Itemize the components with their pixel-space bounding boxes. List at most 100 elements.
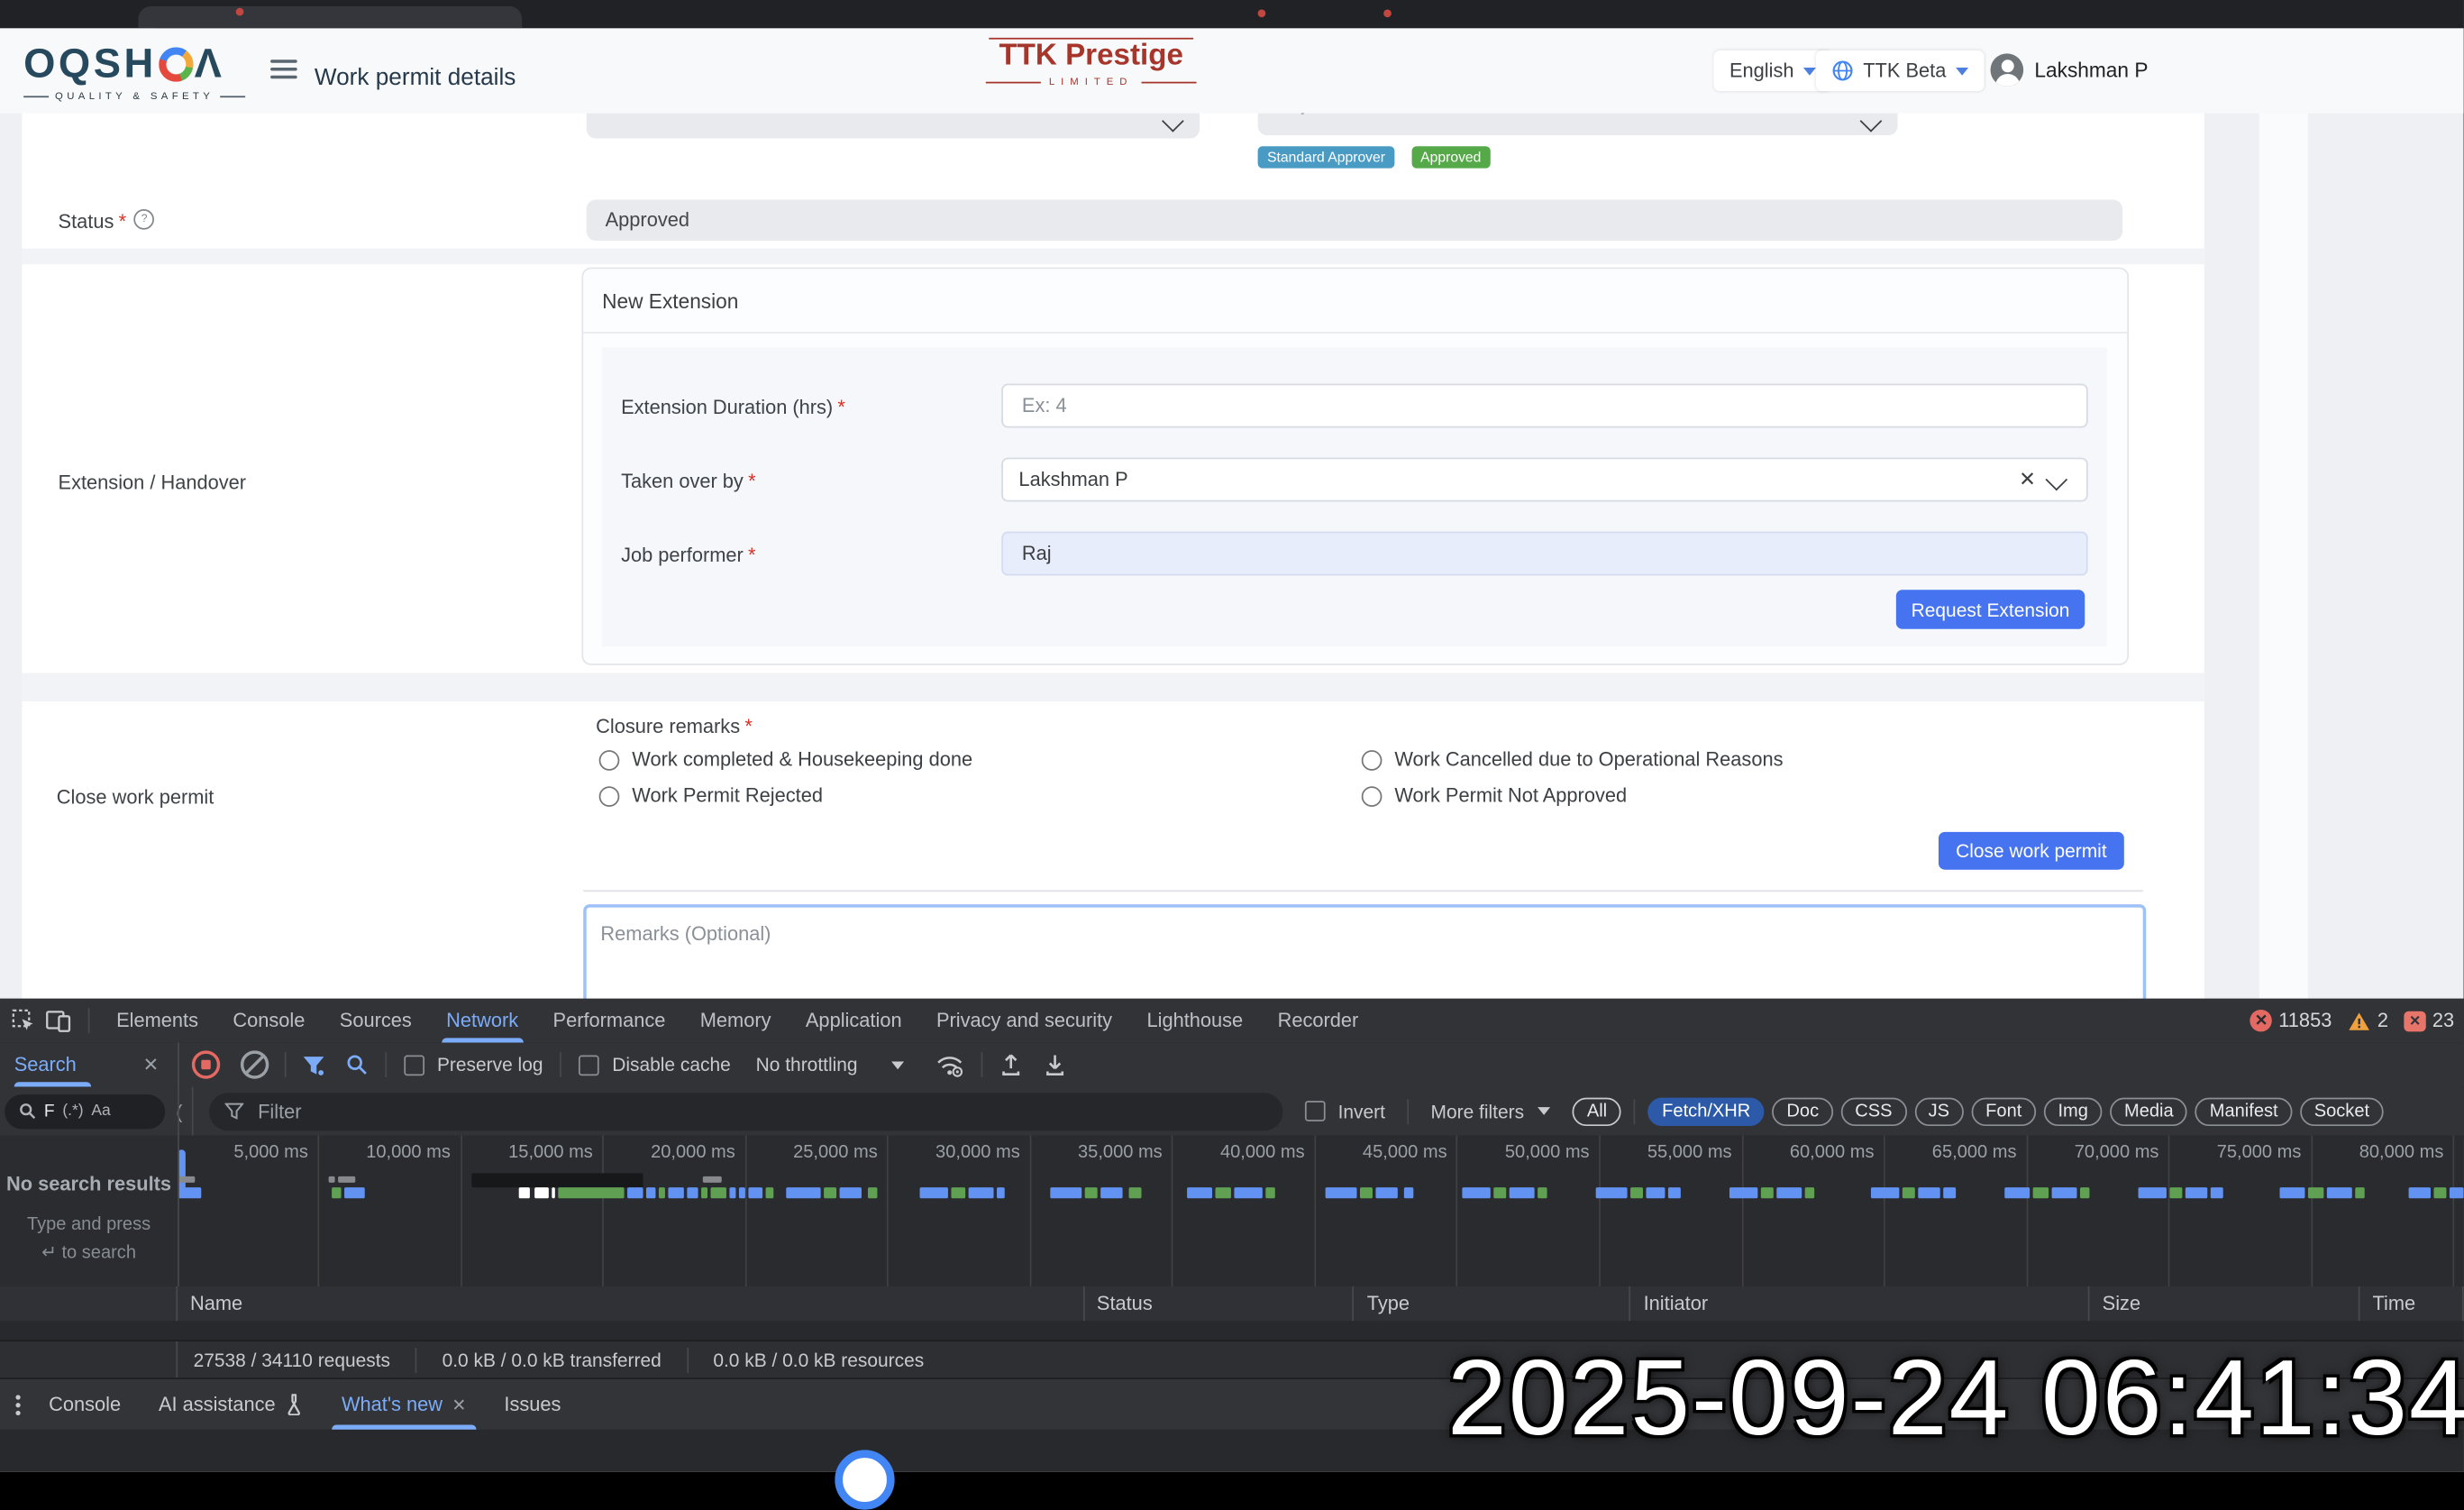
inspect-element-icon[interactable] — [11, 1008, 36, 1033]
chevron-down-icon[interactable] — [892, 1061, 905, 1069]
issues-icon[interactable]: ✕ — [2405, 1011, 2426, 1031]
devtools-tab-elements[interactable]: Elements — [99, 999, 215, 1043]
close-search-icon[interactable]: ✕ — [143, 1054, 160, 1075]
column-header-name[interactable]: Name — [178, 1286, 1084, 1321]
user-menu[interactable]: Lakshman P — [1991, 53, 2149, 87]
language-selector[interactable]: English — [1714, 50, 1832, 91]
browser-tab[interactable] — [139, 6, 523, 28]
request-extension-button[interactable]: Request Extension — [1896, 590, 2085, 629]
column-header-status[interactable]: Status — [1084, 1286, 1355, 1321]
chevron-down-icon[interactable] — [2045, 469, 2067, 491]
radio-icon[interactable] — [599, 749, 620, 770]
device-toolbar-icon[interactable] — [46, 1009, 73, 1032]
close-work-permit-button[interactable]: Close work permit — [1939, 832, 2124, 870]
closure-option-work-permit-not-approved[interactable]: Work Permit Not Approved — [1362, 785, 2148, 807]
issue-count[interactable]: 23 — [2432, 1010, 2454, 1031]
chip-doc[interactable]: Doc — [1773, 1097, 1833, 1125]
job-performer-input[interactable] — [1018, 541, 2070, 566]
chip-socket[interactable]: Socket — [2300, 1097, 2384, 1125]
chevron-down-icon — [1538, 1107, 1551, 1115]
approver-select-left[interactable]: EHS Head — [587, 114, 1200, 139]
help-icon[interactable]: ? — [134, 209, 155, 230]
devtools-tab-application[interactable]: Application — [789, 999, 919, 1043]
timeline-tick-label: 45,000 ms — [1306, 1143, 1447, 1162]
search-query-input[interactable]: F (.*) Aa — [5, 1094, 165, 1128]
chip-all[interactable]: All — [1573, 1097, 1621, 1125]
close-tab-icon[interactable]: ✕ — [452, 1394, 466, 1414]
clear-network-log-icon[interactable] — [241, 1050, 269, 1078]
drawer-tab-what-s-new[interactable]: What's new✕ — [323, 1379, 485, 1430]
globe-icon — [1831, 59, 1853, 81]
devtools-tab-sources[interactable]: Sources — [323, 999, 429, 1043]
network-conditions-icon[interactable] — [936, 1053, 964, 1076]
export-har-icon[interactable] — [1000, 1053, 1022, 1076]
devtools-tab-network[interactable]: Network — [429, 999, 535, 1043]
drawer-menu-icon[interactable] — [15, 1394, 20, 1414]
drawer-tab-ai-assistance[interactable]: AI assistance — [140, 1379, 323, 1430]
extension-duration-input[interactable] — [1018, 393, 2070, 418]
drawer-tab-issues[interactable]: Issues — [485, 1379, 579, 1430]
oqsha-logo-text: OQSHΛ — [23, 40, 245, 88]
separator — [285, 1052, 287, 1077]
record-network-log-icon[interactable] — [192, 1050, 220, 1078]
menu-icon[interactable] — [270, 55, 297, 83]
invert-checkbox[interactable] — [1305, 1101, 1326, 1121]
waterfall-bar — [951, 1187, 965, 1198]
devtools-tab-privacy-and-security[interactable]: Privacy and security — [919, 999, 1130, 1043]
radio-icon[interactable] — [1362, 785, 1383, 806]
chip-img[interactable]: Img — [2044, 1097, 2103, 1125]
column-header-size[interactable]: Size — [2090, 1286, 2360, 1321]
closure-option-work-cancelled-due-to-operational-reasons[interactable]: Work Cancelled due to Operational Reason… — [1362, 748, 2148, 770]
waterfall-bar — [1085, 1187, 1098, 1198]
chip-font[interactable]: Font — [1971, 1097, 2036, 1125]
devtools-tab-lighthouse[interactable]: Lighthouse — [1129, 999, 1260, 1043]
regex-toggle[interactable]: (.*) — [62, 1103, 83, 1120]
import-har-icon[interactable] — [1045, 1053, 1066, 1076]
chip-fetch-xhr[interactable]: Fetch/XHR — [1647, 1097, 1765, 1125]
devtools-tab-performance[interactable]: Performance — [535, 999, 682, 1043]
filter-icon[interactable] — [302, 1055, 325, 1075]
radio-icon[interactable] — [599, 785, 620, 806]
network-filter-input[interactable] — [209, 1093, 1282, 1130]
closure-option-work-permit-rejected[interactable]: Work Permit Rejected — [599, 785, 1338, 807]
closure-option-work-completed-housekeeping-done[interactable]: Work completed & Housekeeping done — [599, 748, 1338, 770]
waterfall-bar — [338, 1176, 355, 1183]
chip-js[interactable]: JS — [1914, 1097, 1964, 1125]
chip-css[interactable]: CSS — [1841, 1097, 1907, 1125]
devtools-tab-recorder[interactable]: Recorder — [1260, 999, 1375, 1043]
clear-icon[interactable]: ✕ — [2019, 467, 2036, 492]
search-network-icon[interactable] — [346, 1054, 368, 1075]
radio-icon[interactable] — [1362, 749, 1383, 770]
status-select[interactable]: Approved — [587, 200, 2122, 241]
network-overview-timeline[interactable]: 5,000 ms10,000 ms15,000 ms20,000 ms25,00… — [0, 1136, 2464, 1286]
panel-divider — [583, 332, 2127, 334]
waterfall-bar — [1493, 1187, 1506, 1198]
error-count[interactable]: 11853 — [2278, 1010, 2332, 1031]
column-header-type[interactable]: Type — [1355, 1286, 1631, 1321]
error-icon[interactable]: ✕ — [2250, 1010, 2272, 1031]
drawer-tab-console[interactable]: Console — [30, 1379, 140, 1430]
warning-icon[interactable] — [2348, 1011, 2371, 1031]
waterfall-bar — [1360, 1187, 1373, 1198]
preserve-log-checkbox[interactable] — [404, 1055, 424, 1075]
waterfall-bar — [1462, 1187, 1490, 1198]
floating-widget[interactable] — [835, 1450, 894, 1509]
oqsha-logo[interactable]: OQSHΛ QUALITY & SAFETY — [23, 40, 245, 103]
environment-selector[interactable]: TTK Beta — [1816, 50, 1984, 91]
chip-media[interactable]: Media — [2110, 1097, 2187, 1125]
devtools-tab-console[interactable]: Console — [215, 999, 322, 1043]
waterfall-bar — [471, 1173, 643, 1187]
match-case-toggle[interactable]: Aa — [91, 1103, 110, 1120]
column-header-time[interactable]: Time — [2360, 1286, 2464, 1321]
chip-manifest[interactable]: Manifest — [2195, 1097, 2292, 1125]
search-tab[interactable]: Search — [14, 1054, 77, 1075]
disable-cache-checkbox[interactable] — [579, 1055, 600, 1075]
more-filters[interactable]: More filters — [1431, 1100, 1525, 1121]
column-header-initiator[interactable]: Initiator — [1631, 1286, 2090, 1321]
throttling-select[interactable]: No throttling — [756, 1054, 858, 1075]
taken-over-by-select[interactable]: Lakshman P ✕ — [1001, 458, 2087, 502]
devtools-tab-memory[interactable]: Memory — [683, 999, 789, 1043]
extension-section-label: Extension / Handover — [59, 471, 246, 493]
warning-count[interactable]: 2 — [2377, 1010, 2388, 1031]
approver-select-right[interactable]: Raj Kumar Pathvada — [1258, 114, 1898, 135]
